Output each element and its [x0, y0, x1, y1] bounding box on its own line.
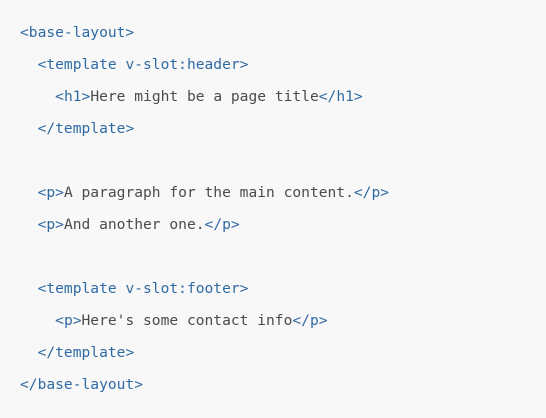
- code-tag: </p>: [204, 216, 240, 233]
- code-line: <p>A paragraph for the main content.</p>: [20, 177, 546, 209]
- code-tag: <base-layout>: [20, 24, 135, 41]
- code-tag: <template v-slot:header>: [37, 56, 249, 73]
- code-tag: </p>: [292, 312, 328, 329]
- code-line: </base-layout>: [20, 369, 546, 401]
- code-line: <base-layout>: [20, 17, 546, 49]
- code-line: <template v-slot:footer>: [20, 273, 546, 305]
- code-tag: <p>: [55, 312, 82, 329]
- code-tag: </template>: [37, 120, 135, 137]
- code-tag: </base-layout>: [20, 376, 144, 393]
- code-block: <base-layout> <template v-slot:header> <…: [0, 0, 546, 418]
- code-text: Here might be a page title: [90, 88, 319, 105]
- code-line: <h1>Here might be a page title</h1>: [20, 81, 546, 113]
- code-line: <p>Here's some contact info</p>: [20, 305, 546, 337]
- code-line: <template v-slot:header>: [20, 49, 546, 81]
- code-tag: </template>: [37, 344, 135, 361]
- code-tag: </p>: [353, 184, 390, 201]
- code-tag: <h1>: [55, 88, 91, 105]
- code-tag: <p>: [37, 184, 64, 201]
- code-text: And another one.: [63, 216, 205, 233]
- code-line: </template>: [20, 337, 546, 369]
- code-line: <p>And another one.</p>: [20, 209, 546, 241]
- code-tag: <p>: [37, 216, 64, 233]
- code-tag: <template v-slot:footer>: [37, 280, 249, 297]
- code-text: A paragraph for the main content.: [63, 184, 354, 201]
- code-tag: </h1>: [318, 88, 363, 105]
- code-text: Here's some contact info: [81, 312, 293, 329]
- code-line: </template>: [20, 113, 546, 145]
